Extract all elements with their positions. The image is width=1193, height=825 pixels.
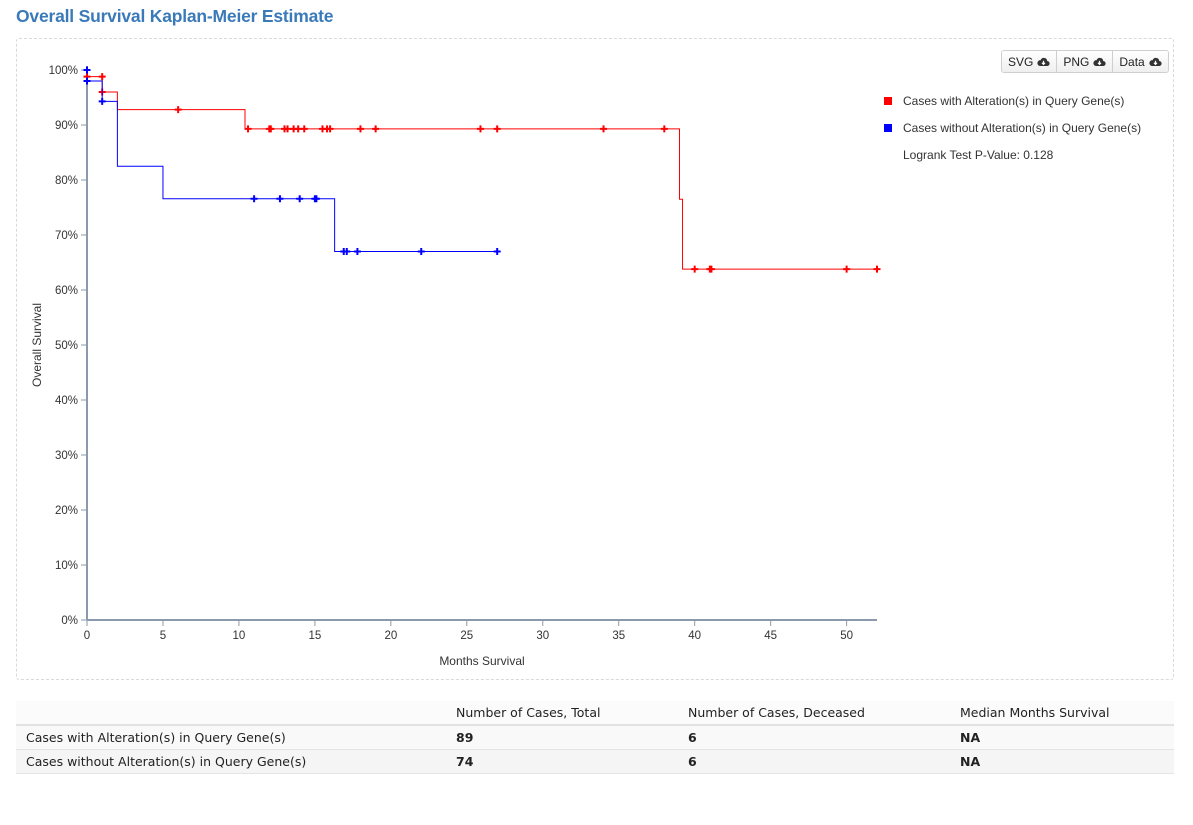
row-median: NA (960, 749, 1174, 774)
download-data-button[interactable]: Data (1113, 51, 1168, 72)
table-row: Cases with Alteration(s) in Query Gene(s… (16, 725, 1174, 750)
legend-swatch-unaltered (884, 124, 892, 132)
km-chart: 0% 10% 20% 30% 40% 50% 60% 70% 80% 90% 100% 0 5 10 15 2… (30, 65, 1141, 668)
censor-mark (83, 77, 91, 85)
censor-mark (660, 125, 668, 133)
data-button-label: Data (1119, 54, 1145, 69)
y-tick-label: 0% (61, 615, 78, 627)
y-tick-label: 40% (55, 395, 78, 407)
y-tick-label: 30% (55, 450, 78, 462)
censor-mark (98, 97, 106, 105)
censor-mark (372, 125, 380, 133)
survival-curve-altered (87, 76, 877, 270)
png-button-label: PNG (1063, 54, 1090, 69)
legend-label-unaltered: Cases without Alteration(s) in Query Gen… (903, 121, 1141, 135)
table-row: Cases without Alteration(s) in Query Gen… (16, 749, 1174, 774)
row-deceased: 6 (688, 725, 960, 750)
censor-mark (493, 125, 501, 133)
y-tick-label: 10% (55, 560, 78, 572)
censor-mark (276, 195, 284, 203)
row-label: Cases with Alteration(s) in Query Gene(s… (16, 725, 456, 750)
row-median: NA (960, 725, 1174, 750)
x-tick-label: 35 (612, 630, 625, 642)
legend: Cases with Alteration(s) in Query Gene(s… (884, 94, 1141, 162)
download-png-button[interactable]: PNG (1057, 51, 1114, 72)
row-deceased: 6 (688, 749, 960, 774)
censor-mark (244, 125, 252, 133)
table-header-total: Number of Cases, Total (456, 701, 688, 726)
y-tick-label: 90% (55, 120, 78, 132)
x-tick-label: 15 (308, 630, 321, 642)
table-header-row: Number of Cases, Total Number of Cases, … (16, 701, 1174, 726)
censor-mark (417, 248, 425, 255)
censor-mark (98, 73, 106, 81)
censor-mark (294, 125, 302, 133)
legend-label-altered: Cases with Alteration(s) in Query Gene(s… (903, 94, 1124, 108)
y-tick-label: 80% (55, 175, 78, 187)
table-header-deceased: Number of Cases, Deceased (688, 701, 960, 726)
censor-mark (300, 125, 308, 133)
x-tick-label: 10 (233, 630, 246, 642)
y-axis-title: Overall Survival (30, 303, 44, 387)
censor-mark (873, 265, 881, 273)
download-svg-button[interactable]: SVG (1002, 51, 1058, 72)
censor-mark (600, 125, 608, 133)
censor-mark (353, 248, 361, 255)
cloud-download-icon (1037, 57, 1050, 66)
x-tick-label: 20 (384, 630, 397, 642)
x-tick-label: 30 (536, 630, 549, 642)
export-toolbar: SVG PNG Data (1001, 50, 1169, 73)
y-tick-label: 100% (49, 65, 78, 77)
censor-mark (843, 265, 851, 273)
x-tick-label: 25 (460, 630, 473, 642)
x-tick-label: 0 (84, 630, 90, 642)
y-tick-label: 60% (55, 285, 78, 297)
x-tick-label: 50 (840, 630, 853, 642)
y-tick-label: 50% (55, 340, 78, 352)
x-tick-label: 5 (160, 630, 166, 642)
x-axis-title: Months Survival (439, 654, 524, 668)
survival-summary-table: Number of Cases, Total Number of Cases, … (16, 701, 1174, 774)
censor-mark (476, 125, 484, 133)
censor-mark (493, 248, 501, 255)
row-label: Cases without Alteration(s) in Query Gen… (16, 749, 456, 774)
censor-mark (174, 106, 182, 114)
censor-mark (356, 125, 364, 133)
censor-mark (83, 66, 91, 74)
cloud-download-icon (1093, 57, 1106, 66)
table-header-cell (16, 701, 456, 726)
censor-mark (250, 195, 258, 203)
row-total: 74 (456, 749, 688, 774)
x-tick-label: 40 (688, 630, 701, 642)
cloud-download-icon (1149, 57, 1162, 66)
svg-button-label: SVG (1008, 54, 1034, 69)
censor-mark (296, 195, 304, 203)
y-tick-label: 70% (55, 230, 78, 242)
row-total: 89 (456, 725, 688, 750)
survival-curve-unaltered (87, 80, 498, 252)
censor-mark (691, 265, 699, 273)
logrank-pvalue: Logrank Test P-Value: 0.128 (903, 148, 1054, 162)
x-tick-label: 45 (764, 630, 777, 642)
table-header-median: Median Months Survival (960, 701, 1174, 726)
y-tick-label: 20% (55, 505, 78, 517)
legend-swatch-altered (884, 97, 892, 105)
